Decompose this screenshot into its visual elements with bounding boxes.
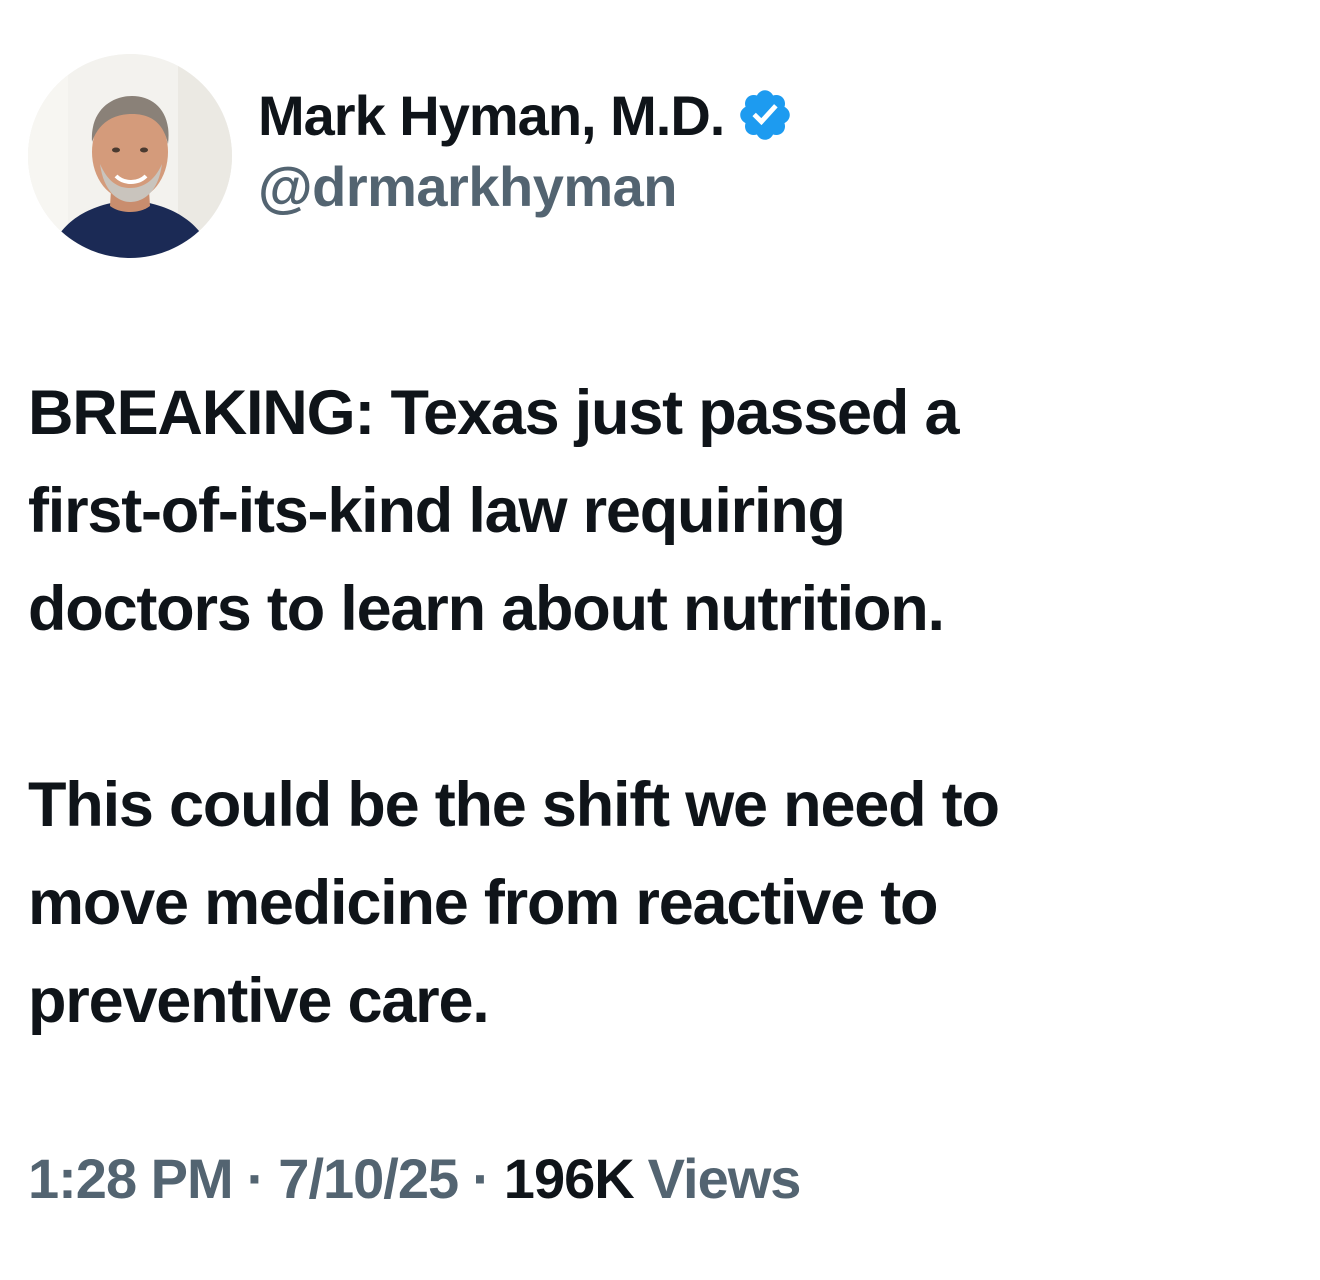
- avatar-photo: [28, 54, 232, 258]
- tweet-text: BREAKING: Texas just passed a first-of-i…: [28, 364, 1298, 1050]
- tweet-line: move medicine from reactive to: [28, 868, 939, 938]
- tweet-paragraph: BREAKING: Texas just passed a first-of-i…: [28, 364, 1298, 658]
- name-row: Mark Hyman, M.D.: [258, 82, 794, 148]
- tweet-paragraph: This could be the shift we need to move …: [28, 756, 1298, 1050]
- tweet-line: doctors to learn about nutrition.: [28, 574, 945, 644]
- tweet-time[interactable]: 1:28 PM: [28, 1146, 234, 1211]
- tweet-line: BREAKING: Texas just passed a: [28, 378, 960, 448]
- tweet-line: first-of-its-kind law requiring: [28, 476, 846, 546]
- tweet-line: This could be the shift we need to: [28, 770, 1000, 840]
- author-handle[interactable]: @drmarkhyman: [258, 154, 794, 219]
- tweet-date[interactable]: 7/10/25: [278, 1146, 459, 1211]
- meta-separator: ·: [472, 1147, 491, 1210]
- meta-separator: ·: [246, 1147, 266, 1210]
- tweet-header: Mark Hyman, M.D. @drmarkhyman: [28, 54, 1228, 259]
- tweet-line: preventive care.: [28, 966, 490, 1036]
- tweet-meta: 1:28 PM · 7/10/25 · 196K Views: [28, 1146, 802, 1211]
- views-label: Views: [647, 1147, 802, 1210]
- avatar[interactable]: [28, 54, 232, 258]
- views-count: 196K: [503, 1147, 635, 1210]
- author-info: Mark Hyman, M.D. @drmarkhyman: [258, 82, 794, 219]
- tweet-card: Mark Hyman, M.D. @drmarkhyman BREAKING: …: [0, 0, 1320, 1280]
- verified-badge-icon[interactable]: [736, 86, 794, 144]
- author-display-name[interactable]: Mark Hyman, M.D.: [258, 83, 725, 148]
